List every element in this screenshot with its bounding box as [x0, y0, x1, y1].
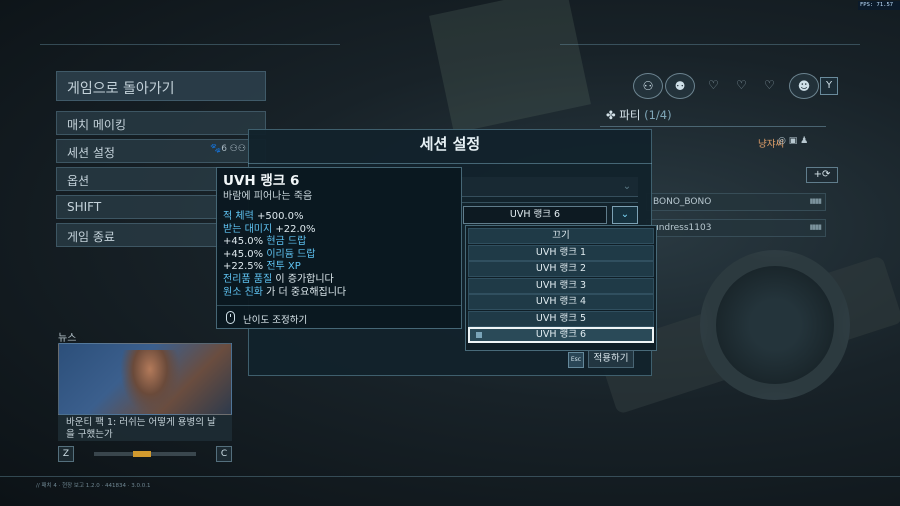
back-to-game-button[interactable]: 게임으로 돌아가기: [56, 71, 266, 101]
background-weapon-scope: [700, 250, 850, 400]
version-text: // 패치 4 · 현장 보고 1.2.0 · 441834 · 3.0.0.1: [36, 483, 151, 489]
dropdown-option-uvh3[interactable]: UVH 랭크 3: [468, 277, 654, 294]
tooltip-footer: 난이도 조정하기: [217, 305, 461, 329]
background-poster: [429, 0, 591, 134]
apply-button[interactable]: 적용하기: [588, 350, 634, 368]
hud-frame-line: [40, 44, 340, 45]
tooltip-line: 원소 친화 가 더 중요해집니다: [223, 286, 347, 298]
news-next-key[interactable]: C: [216, 446, 232, 462]
tooltip-line: 적 체력 +500.0%: [223, 211, 304, 222]
setting-row[interactable]: [462, 177, 638, 197]
signal-icon: ▮▮▮▮: [809, 197, 822, 205]
divider: [248, 163, 652, 164]
tooltip-line: +45.0% 이리듐 드랍: [223, 248, 316, 260]
session-status-icons: 🐾6 ⚇⚇: [210, 144, 246, 154]
difficulty-dropdown: 끄기 UVH 랭크 1 UVH 랭크 2 UVH 랭크 3 UVH 랭크 4 U…: [465, 225, 657, 351]
dropdown-option-off[interactable]: 끄기: [468, 228, 654, 244]
fps-counter: FPS: 71.57: [858, 1, 900, 10]
adjust-difficulty-hint: 난이도 조정하기: [243, 315, 308, 326]
news-character-art: [120, 350, 180, 414]
difficulty-select[interactable]: UVH 랭크 6: [463, 206, 607, 224]
party-member-name: BONO_BONO: [653, 197, 712, 207]
dropdown-option-uvh2[interactable]: UVH 랭크 2: [468, 261, 654, 277]
tooltip-title: UVH 랭크 6: [223, 173, 300, 189]
dropdown-option-uvh6[interactable]: UVH 랭크 6: [468, 327, 654, 343]
dropdown-option-uvh5[interactable]: UVH 랭크 5: [468, 310, 654, 327]
tooltip-line: 받는 대미지 +22.0%: [223, 223, 316, 235]
steam-icon: ◎ ▣ ♟: [778, 136, 809, 146]
heart-icon: ♡: [708, 78, 719, 92]
apply-key-hint[interactable]: Esc: [568, 352, 584, 368]
chevron-down-icon[interactable]: ⌄: [612, 206, 638, 224]
news-label: 뉴스: [58, 333, 77, 344]
invite-button[interactable]: +⟳: [806, 167, 838, 183]
dialog-title: 세션 설정: [419, 135, 481, 153]
mask-icon[interactable]: ☻: [789, 73, 819, 99]
dropdown-option-uvh4[interactable]: UVH 랭크 4: [468, 294, 654, 310]
divider: [600, 126, 826, 127]
signal-icon: ▮▮▮▮: [809, 223, 822, 231]
party-icon-small: ✤: [606, 108, 620, 122]
divider: [462, 202, 638, 203]
party-icon[interactable]: ⚉: [665, 73, 695, 99]
party-member-name: undress1103: [653, 223, 712, 233]
mouse-icon: [226, 311, 235, 324]
tooltip-subtitle: 바람에 피어나는 죽음: [223, 191, 313, 202]
dropdown-option-uvh1[interactable]: UVH 랭크 1: [468, 244, 654, 261]
party-count: (1/4): [644, 108, 672, 122]
news-caption[interactable]: 바운티 팩 1: 러쉬는 어떻게 용병의 날을 구했는가: [58, 415, 232, 441]
chevron-down-icon[interactable]: ⌄: [616, 177, 638, 197]
news-pager: Z C: [58, 445, 232, 463]
party-member-row[interactable]: BONO_BONO ▮▮▮▮: [646, 193, 826, 211]
heart-icon: ♡: [736, 78, 747, 92]
party-title: 파티: [619, 108, 641, 122]
news-prev-key[interactable]: Z: [58, 446, 74, 462]
hud-frame-line: [560, 44, 860, 45]
tooltip-line: +22.5% 전투 XP: [223, 261, 301, 273]
y-key-hint[interactable]: Y: [820, 77, 838, 95]
difficulty-tooltip: UVH 랭크 6 바람에 피어나는 죽음 적 체력 +500.0% 받는 대미지…: [216, 167, 462, 329]
party-header: ✤ 파티 (1/4): [606, 107, 672, 123]
hud-frame-line: [0, 476, 900, 477]
tooltip-line: +45.0% 현금 드랍: [223, 236, 307, 248]
group-icon[interactable]: ⚇: [633, 73, 663, 99]
heart-icon: ♡: [764, 78, 775, 92]
tooltip-line: 전리품 품질 이 증가합니다: [223, 273, 334, 285]
news-page-indicator: [94, 451, 196, 457]
party-member-row[interactable]: undress1103 ▮▮▮▮: [646, 219, 826, 237]
menu-item-matchmaking[interactable]: 매치 메이킹: [56, 111, 266, 135]
